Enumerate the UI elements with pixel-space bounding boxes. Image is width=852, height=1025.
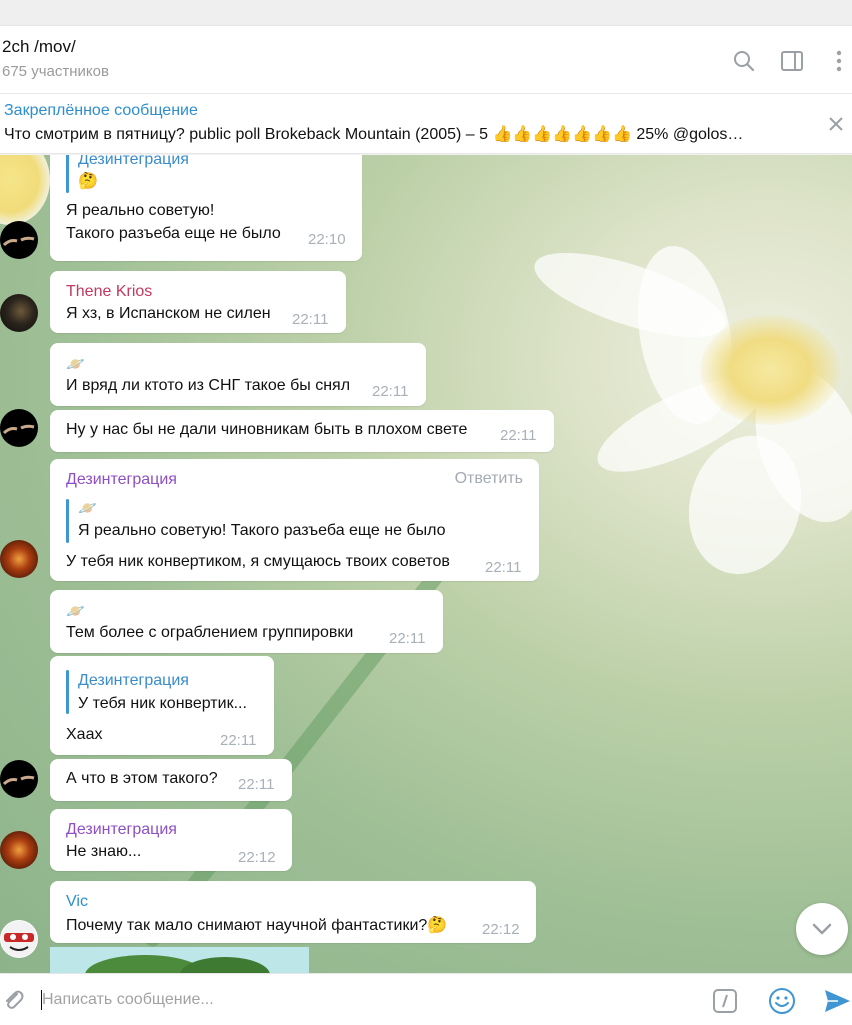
reply-quote-name[interactable]: Дезинтеграция bbox=[78, 672, 189, 690]
reply-quote-emoji: 🪐 bbox=[78, 500, 97, 517]
sidebar-toggle-icon bbox=[781, 51, 803, 71]
message-time: 22:11 bbox=[292, 311, 329, 328]
message-bubble[interactable]: Дезинтеграция 🤔 Я реально советую! Таког… bbox=[50, 155, 362, 261]
scroll-to-bottom-button[interactable] bbox=[796, 903, 848, 955]
message-input[interactable] bbox=[42, 984, 682, 1016]
message-emoji: 🪐 bbox=[66, 603, 85, 620]
background-daisy-center bbox=[700, 315, 840, 425]
message-time: 22:11 bbox=[238, 776, 275, 793]
message-bubble[interactable]: Vic Почему так мало снимают научной фант… bbox=[50, 881, 536, 943]
search-button[interactable] bbox=[729, 46, 759, 76]
message-bubble[interactable]: 🪐 И вряд ли ктото из СНГ такое бы снял 2… bbox=[50, 343, 426, 406]
reply-quote-text: Я реально советую! Такого разъеба еще не… bbox=[78, 522, 446, 539]
message-emoji: 🪐 bbox=[66, 356, 85, 373]
message-text: Я реально советую! bbox=[66, 202, 215, 219]
pinned-close-button[interactable] bbox=[824, 112, 848, 136]
reply-quote-text: 🤔 bbox=[78, 173, 98, 190]
pinned-message[interactable]: Закреплённое сообщение Что смотрим в пят… bbox=[0, 94, 852, 154]
message-text: Не знаю... bbox=[66, 843, 142, 860]
message-text: А что в этом такого? bbox=[66, 770, 218, 787]
avatar[interactable] bbox=[0, 831, 38, 869]
chat-header: 2ch /mov/ 675 участников bbox=[0, 26, 852, 94]
message-bubble[interactable]: Дезинтеграция У тебя ник конвертик... Ха… bbox=[50, 656, 274, 755]
message-text: Хаах bbox=[66, 726, 103, 743]
sidebar-toggle-button[interactable] bbox=[777, 46, 807, 76]
message-time: 22:11 bbox=[500, 427, 537, 444]
message-time: 22:11 bbox=[485, 559, 522, 576]
attach-button[interactable] bbox=[0, 987, 26, 1013]
message-text: И вряд ли ктото из СНГ такое бы снял bbox=[66, 377, 351, 394]
message-bubble[interactable]: А что в этом такого? 22:11 bbox=[50, 759, 292, 801]
message-text: У тебя ник конвертиком, я смущаюсь твоих… bbox=[66, 553, 450, 570]
message-list[interactable]: Дезинтеграция 🤔 Я реально советую! Таког… bbox=[0, 155, 852, 973]
avatar[interactable] bbox=[0, 920, 38, 958]
message-text: Почему так мало снимают научной фантасти… bbox=[66, 917, 448, 934]
message-bubble[interactable]: 🪐 Тем более с ограблением группировки 22… bbox=[50, 590, 443, 653]
window-top-strip bbox=[0, 0, 852, 26]
message-text: Тем более с ограблением группировки bbox=[66, 624, 354, 641]
send-icon bbox=[825, 990, 850, 1012]
message-sender[interactable]: Дезинтеграция bbox=[66, 471, 177, 489]
message-sender[interactable]: Vic bbox=[66, 893, 88, 911]
message-time: 22:12 bbox=[482, 921, 520, 938]
message-text: Такого разъеба еще не было bbox=[66, 225, 281, 242]
attach-icon bbox=[6, 990, 24, 1009]
command-icon bbox=[713, 989, 737, 1013]
more-menu-button[interactable] bbox=[824, 46, 852, 76]
pinned-title: Закреплённое сообщение bbox=[4, 102, 198, 119]
message-sender[interactable]: Дезинтеграция bbox=[66, 821, 177, 839]
reply-quote-bar bbox=[66, 670, 69, 714]
chevron-down-icon bbox=[812, 923, 832, 935]
message-composer bbox=[0, 973, 852, 1025]
message-text: Ну у нас бы не дали чиновникам быть в пл… bbox=[66, 421, 468, 438]
reply-quote-name[interactable]: Дезинтеграция bbox=[78, 155, 189, 169]
avatar[interactable] bbox=[0, 540, 38, 578]
chat-title[interactable]: 2ch /mov/ bbox=[2, 37, 76, 57]
send-button[interactable] bbox=[822, 986, 852, 1016]
message-text: Я хз, в Испанском не силен bbox=[66, 305, 271, 322]
avatar[interactable] bbox=[0, 760, 38, 798]
close-icon bbox=[829, 117, 843, 131]
message-bubble[interactable]: Дезинтеграция Не знаю... 22:12 bbox=[50, 809, 292, 871]
reply-quote-bar bbox=[66, 155, 69, 193]
pinned-text: Что смотрим в пятницу? public poll Broke… bbox=[4, 126, 744, 143]
search-icon bbox=[734, 51, 755, 72]
reply-quote-text: У тебя ник конвертик... bbox=[78, 695, 247, 712]
message-time: 22:10 bbox=[308, 231, 346, 248]
message-time: 22:12 bbox=[238, 849, 276, 866]
message-bubble[interactable]: Ну у нас бы не дали чиновникам быть в пл… bbox=[50, 410, 554, 452]
background-daisy-left bbox=[0, 155, 50, 225]
avatar[interactable] bbox=[0, 409, 38, 447]
member-count: 675 участников bbox=[2, 63, 109, 80]
emoji-icon bbox=[769, 988, 795, 1014]
message-sender[interactable]: Thene Krios bbox=[66, 283, 152, 301]
bot-command-button[interactable] bbox=[710, 986, 740, 1016]
emoji-button[interactable] bbox=[767, 986, 797, 1016]
message-bubble[interactable]: Thene Krios Я хз, в Испанском не силен 2… bbox=[50, 271, 346, 333]
message-time: 22:11 bbox=[389, 630, 426, 647]
message-image[interactable] bbox=[50, 947, 309, 973]
avatar[interactable] bbox=[0, 221, 38, 259]
reply-quote-bar bbox=[66, 499, 69, 543]
message-bubble[interactable]: Дезинтеграция Ответить 🪐 Я реально совет… bbox=[50, 459, 539, 581]
avatar[interactable] bbox=[0, 294, 38, 332]
message-time: 22:11 bbox=[372, 383, 409, 400]
reply-button[interactable]: Ответить bbox=[455, 470, 523, 488]
more-vertical-icon bbox=[836, 50, 842, 72]
message-time: 22:11 bbox=[220, 732, 257, 749]
